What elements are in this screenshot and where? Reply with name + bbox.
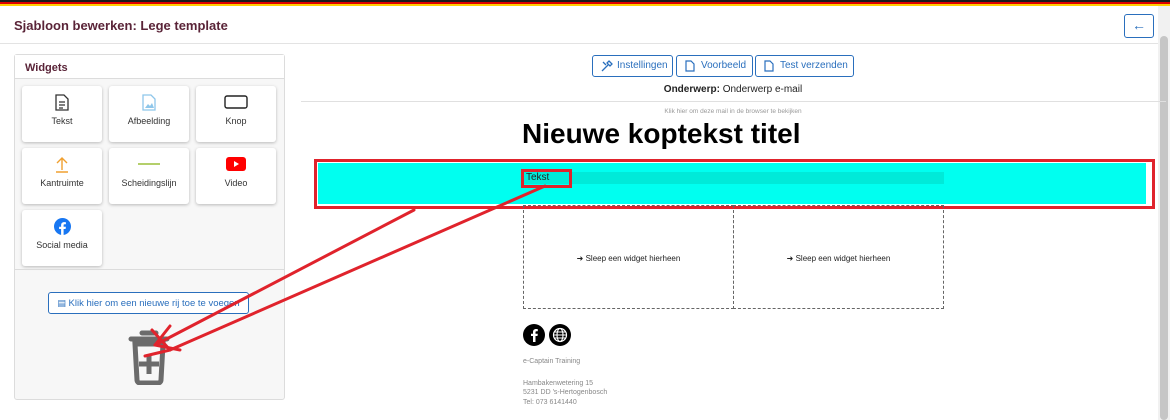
widget-spacer[interactable]: Kantruimte	[22, 148, 102, 204]
widget-label: Tekst	[51, 116, 73, 126]
preview-label: Voorbeeld	[701, 60, 747, 71]
email-headline[interactable]: Nieuwe koptekst titel	[522, 118, 801, 150]
widget-label: Afbeelding	[127, 116, 171, 126]
page-scrollbar[interactable]	[1158, 6, 1170, 420]
dropzone-label: ➜ Sleep een widget hierheen	[524, 254, 733, 263]
settings-button[interactable]: Instellingen	[592, 55, 673, 77]
add-row-button[interactable]: ▤ Klik hier om een nieuwe rij toe te voe…	[48, 292, 249, 314]
subject-label: Onderwerp:	[663, 84, 720, 95]
widget-video[interactable]: Video	[196, 148, 276, 204]
footer-phone: Tel: 073 6141440	[523, 399, 577, 406]
page-title: Sjabloon bewerken: Lege template	[14, 18, 228, 33]
widget-label: Scheidingslijn	[121, 178, 177, 188]
widget-social-media[interactable]: Social media	[22, 210, 102, 266]
divider-icon	[109, 154, 189, 174]
widget-label: Video	[224, 178, 248, 188]
add-row-label: Klik hier om een nieuwe rij toe te voege…	[68, 298, 240, 309]
toolbar-divider	[301, 101, 1166, 102]
footer-company: e-Captain Training	[523, 358, 581, 365]
footer-address-1: Hambakenwetering 15	[523, 380, 594, 387]
document-icon	[764, 60, 774, 80]
browser-view-link[interactable]: Klik hier om deze mail in de browser te …	[300, 108, 1166, 115]
tools-icon	[601, 60, 613, 80]
footer-address-2: 5231 DD 's-Hertogenbosch	[523, 389, 608, 396]
annotation-box-text	[521, 169, 572, 188]
dropzone-right[interactable]: ➜ Sleep een widget hierheen	[733, 205, 944, 309]
document-icon	[22, 92, 102, 112]
facebook-icon	[22, 216, 102, 236]
facebook-icon[interactable]	[523, 324, 545, 346]
subject-line: Onderwerp: Onderwerp e-mail	[300, 84, 1166, 95]
globe-icon[interactable]	[549, 324, 571, 346]
dropzone-label: ➜ Sleep een widget hierheen	[734, 254, 943, 263]
widget-divider[interactable]: Scheidingslijn	[109, 148, 189, 204]
dropzone-text: Sleep een widget hierheen	[585, 254, 681, 263]
dropzone-text: Sleep een widget hierheen	[795, 254, 891, 263]
preview-button[interactable]: Voorbeeld	[676, 55, 753, 77]
document-icon	[685, 60, 695, 80]
row-icon: ▤	[57, 298, 66, 308]
spacer-icon	[22, 154, 102, 174]
test-send-label: Test verzenden	[780, 60, 848, 71]
button-icon	[196, 92, 276, 112]
subject-value: Onderwerp e-mail	[722, 84, 803, 95]
trash-icon[interactable]	[125, 329, 173, 390]
widgets-panel: Widgets Tekst Afbeelding Knop Kantruimte…	[14, 54, 285, 400]
widgets-panel-title: Widgets	[15, 55, 284, 79]
widget-text[interactable]: Tekst	[22, 86, 102, 142]
arrow-circle-right-icon: ➜	[786, 254, 794, 263]
annotation-box-row	[314, 159, 1155, 209]
widget-label: Knop	[225, 116, 247, 126]
widget-label: Social media	[36, 240, 88, 250]
arrow-left-icon: ←	[1132, 17, 1146, 33]
panel-divider	[15, 269, 284, 270]
arrow-circle-right-icon: ➜	[576, 254, 584, 263]
test-send-button[interactable]: Test verzenden	[755, 55, 854, 77]
widget-image[interactable]: Afbeelding	[109, 86, 189, 142]
back-button[interactable]: ←	[1124, 14, 1154, 38]
widget-label: Kantruimte	[40, 178, 84, 188]
settings-label: Instellingen	[617, 60, 668, 71]
dropzone-left[interactable]: ➜ Sleep een widget hierheen	[523, 205, 734, 309]
page-header: Sjabloon bewerken: Lege template ←	[0, 6, 1158, 44]
widget-button[interactable]: Knop	[196, 86, 276, 142]
youtube-icon	[196, 154, 276, 174]
image-icon	[109, 92, 189, 112]
